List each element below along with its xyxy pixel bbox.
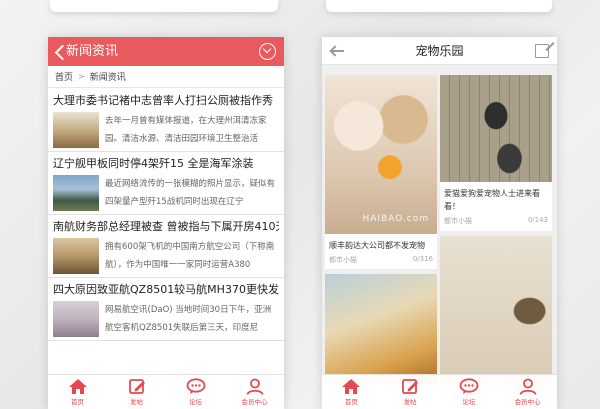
back-arrow-icon[interactable] xyxy=(54,44,64,60)
tab-forum[interactable]: 论坛 xyxy=(166,375,225,409)
pet-post-card[interactable] xyxy=(325,274,437,384)
breadcrumb-separator: > xyxy=(78,72,85,81)
tab-home[interactable]: 首页 xyxy=(322,375,381,409)
pet-header: 宠物乐园 xyxy=(322,37,557,65)
tab-label: 会员中心 xyxy=(514,398,541,406)
post-stats: 0/316 xyxy=(412,255,433,263)
tab-label: 首页 xyxy=(71,398,84,406)
news-thumbnail xyxy=(53,301,99,337)
bottom-tab-bar: 首页 发帖 论坛 会员中心 xyxy=(48,374,284,409)
tab-forum[interactable]: 论坛 xyxy=(440,375,499,409)
breadcrumb: 首页 > 新闻资讯 xyxy=(48,66,284,88)
tab-label: 论坛 xyxy=(189,398,202,406)
pet-post-card[interactable] xyxy=(440,236,552,386)
news-item-title[interactable]: 南航财务部总经理被查 曾被指与下属开房410天 xyxy=(53,218,279,236)
news-thumbnail xyxy=(53,112,99,148)
tab-post[interactable]: 发帖 xyxy=(107,375,166,409)
post-image xyxy=(440,236,552,386)
post-caption: 顺丰韵达大公司都不发宠物 xyxy=(329,241,425,250)
background-card-left xyxy=(50,0,278,12)
post-image: HAIBAO.com xyxy=(325,75,437,234)
news-item[interactable]: 辽宁舰甲板同时停4架歼15 全是海军涂装 最近网络流传的一张模糊的照片显示，疑似… xyxy=(48,152,284,215)
news-item-title[interactable]: 四大原因致亚航QZ8501较马航MH370更快发现 xyxy=(53,281,279,299)
post-image xyxy=(325,274,437,384)
news-item[interactable]: 大理市委书记褚中志曾率人打扫公厕被指作秀 去年一月曾有媒体报道，在大理州洱清冻家… xyxy=(48,89,284,152)
compose-icon[interactable] xyxy=(535,44,549,58)
user-icon xyxy=(246,378,263,395)
news-header: 新闻资讯 xyxy=(48,37,284,66)
home-icon xyxy=(342,379,361,394)
pet-post-card[interactable]: 爱猫爱狗爱宠物人士进来看看！ 都市小猫 0/143 xyxy=(440,75,552,231)
news-item-title[interactable]: 辽宁舰甲板同时停4架歼15 全是海军涂装 xyxy=(53,155,279,173)
bottom-tab-bar: 首页 发帖 论坛 会员中心 xyxy=(322,374,557,409)
post-source[interactable]: 都市小猫 xyxy=(444,216,472,226)
news-phone-screen: 新闻资讯 首页 > 新闻资讯 大理市委书记褚中志曾率人打扫公厕被指作秀 去年一月… xyxy=(48,37,284,409)
page-title: 新闻资讯 xyxy=(66,44,119,59)
edit-icon xyxy=(402,379,419,394)
pet-post-card[interactable]: HAIBAO.com 顺丰韵达大公司都不发宠物 都市小猫 0/316 xyxy=(325,75,437,269)
tab-member-center[interactable]: 会员中心 xyxy=(225,375,284,409)
user-icon xyxy=(519,378,537,395)
chevron-down-icon[interactable] xyxy=(259,43,276,60)
news-item-summary: 去年一月曾有媒体报道，在大理州洱清冻家园。清洁水源、清洁田园环境卫生整治活 xyxy=(105,116,267,144)
chat-bubble-icon xyxy=(186,378,205,394)
back-arrow-icon[interactable] xyxy=(329,45,345,57)
tab-home[interactable]: 首页 xyxy=(48,375,107,409)
background-card-right xyxy=(326,0,552,12)
post-meta: 都市小猫 0/316 xyxy=(325,252,437,265)
breadcrumb-home[interactable]: 首页 xyxy=(55,70,73,83)
home-icon xyxy=(68,379,87,394)
news-item-summary: 拥有600架飞机的中国南方航空公司（下称南航），作为中国唯一一家同时运营A380 xyxy=(105,242,275,270)
post-caption: 爱猫爱狗爱宠物人士进来看看！ xyxy=(444,189,540,211)
chat-bubble-icon xyxy=(459,378,479,394)
news-item-title[interactable]: 大理市委书记褚中志曾率人打扫公厕被指作秀 xyxy=(53,92,279,110)
post-stats: 0/143 xyxy=(527,216,548,224)
news-item[interactable]: 四大原因致亚航QZ8501较马航MH370更快发现 网易航空讯(DaO) 当地时… xyxy=(48,278,284,341)
news-thumbnail xyxy=(53,175,99,211)
pet-phone-screen: 宠物乐园 HAIBAO.com 顺丰韵达大公司都不发宠物 都市小猫 0/316 … xyxy=(322,37,557,409)
page-title: 宠物乐园 xyxy=(415,44,464,58)
post-image xyxy=(440,75,552,182)
news-thumbnail xyxy=(53,238,99,274)
tab-label: 发帖 xyxy=(403,398,417,406)
image-watermark: HAIBAO.com xyxy=(362,214,429,224)
tab-label: 发帖 xyxy=(130,398,143,406)
news-item-summary: 网易航空讯(DaO) 当地时间30日下午，亚洲航空客机QZ8501失联后第三天，… xyxy=(105,305,272,333)
post-source[interactable]: 都市小猫 xyxy=(329,255,357,265)
post-meta: 都市小猫 0/143 xyxy=(440,213,552,226)
breadcrumb-current: 新闻资讯 xyxy=(89,73,126,83)
tab-label: 论坛 xyxy=(462,398,476,406)
edit-icon xyxy=(128,379,145,394)
tab-label: 首页 xyxy=(344,398,358,406)
tab-member-center[interactable]: 会员中心 xyxy=(498,375,557,409)
news-item-summary: 最近网络流传的一张模糊的照片显示，疑似有四架量产型歼15战机同时出现在辽宁 xyxy=(105,179,276,207)
news-list: 大理市委书记褚中志曾率人打扫公厕被指作秀 去年一月曾有媒体报道，在大理州洱清冻家… xyxy=(48,89,284,341)
pet-feed: HAIBAO.com 顺丰韵达大公司都不发宠物 都市小猫 0/316 爱猫爱狗爱… xyxy=(322,65,557,409)
tab-post[interactable]: 发帖 xyxy=(381,375,440,409)
news-item[interactable]: 南航财务部总经理被查 曾被指与下属开房410天 拥有600架飞机的中国南方航空公… xyxy=(48,215,284,278)
tab-label: 会员中心 xyxy=(241,398,268,406)
